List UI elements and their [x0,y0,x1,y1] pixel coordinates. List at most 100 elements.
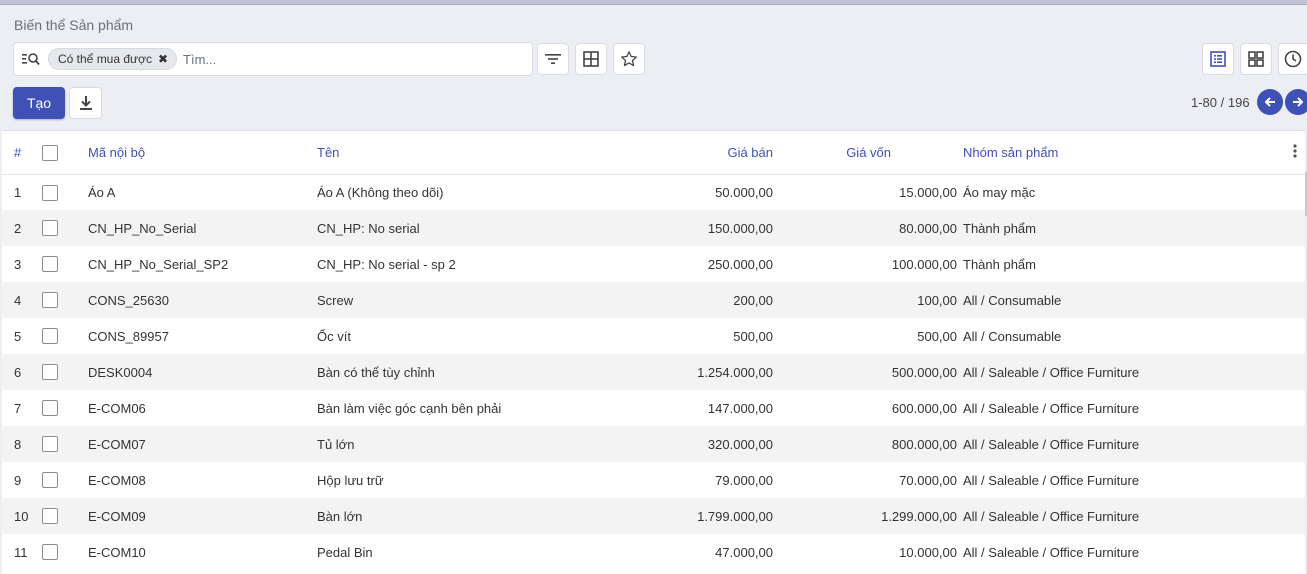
row-number: 11 [14,544,28,560]
row-checkbox[interactable] [42,256,58,273]
row-spacer [1285,354,1305,390]
row-cost: 800.000,00 [773,426,963,462]
row-sale-price: 200,00 [657,282,773,318]
search-facet-label: Có thể mua được [58,52,152,66]
table-row[interactable]: 1 Áo A Áo A (Không theo dõi) 50.000,00 1… [2,174,1305,210]
row-name: Bàn làm việc góc cạnh bên phải [317,400,502,416]
row-spacer [1285,210,1305,246]
row-code: E-COM06 [88,400,146,416]
row-category: Thành phẩm [963,210,1285,246]
row-select-cell [42,210,88,246]
row-spacer [1285,462,1305,498]
create-button[interactable]: Tạo [13,87,65,119]
arrow-left-icon [1264,97,1275,107]
row-checkbox[interactable] [42,544,58,561]
row-cost: 1.299.000,00 [773,498,963,534]
search-options-icon[interactable] [14,43,48,75]
row-number: 9 [14,472,22,488]
row-cost: 500,00 [917,328,957,344]
table-row[interactable]: 9 E-COM08 Hộp lưu trữ 79.000,00 70.000,0… [2,462,1305,498]
favorites-button[interactable] [613,43,645,75]
row-number: 6 [2,354,42,390]
row-number: 7 [14,400,22,416]
row-category: Áo may mặc [963,184,1036,200]
filter-button[interactable] [537,43,569,75]
column-header-category[interactable]: Nhóm sản phẩm [963,131,1285,175]
table-row[interactable]: 4 CONS_25630 Screw 200,00 100,00 All / C… [2,282,1305,318]
column-header-number: # [2,131,42,175]
row-checkbox[interactable] [42,292,58,309]
column-header-name[interactable]: Tên [317,131,657,175]
table-row[interactable]: 2 CN_HP_No_Serial CN_HP: No serial 150.0… [2,210,1305,246]
row-code: CONS_89957 [88,328,169,344]
row-checkbox[interactable] [42,472,58,489]
row-checkbox[interactable] [42,364,58,381]
select-all-checkbox[interactable] [42,144,58,161]
row-checkbox[interactable] [42,328,58,345]
row-sale-price: 1.799.000,00 [657,498,773,534]
row-cost: 100.000,00 [891,256,957,272]
row-spacer [1285,426,1305,462]
row-category: All / Saleable / Office Furniture [963,472,1140,488]
star-icon [621,51,637,67]
row-number: 8 [2,426,42,462]
row-category: All / Saleable / Office Furniture [963,426,1285,462]
pager-value[interactable]: 1-80 / 196 [1191,95,1250,110]
list-view-button[interactable] [1202,43,1234,75]
table-row[interactable]: 11 E-COM10 Pedal Bin 47.000,00 10.000,00… [2,534,1305,570]
row-name: Tủ lớn [317,426,657,462]
group-by-button[interactable] [575,43,607,75]
table-row[interactable]: 3 CN_HP_No_Serial_SP2 CN_HP: No serial -… [2,246,1305,282]
column-header-code[interactable]: Mã nội bộ [88,131,317,175]
table-row[interactable]: 6 DESK0004 Bàn có thể tùy chỉnh 1.254.00… [2,354,1305,390]
row-spacer [1285,174,1305,210]
row-checkbox[interactable] [42,508,58,525]
row-code: E-COM08 [88,472,146,488]
search-input[interactable] [183,51,514,67]
download-button[interactable] [69,87,102,119]
row-category: All / Saleable / Office Furniture [963,498,1285,534]
column-header-sale-price[interactable]: Giá bán [657,131,773,175]
row-spacer [1285,282,1305,318]
row-spacer [1285,246,1305,282]
list-view-icon [1210,51,1226,67]
row-sale-price: 50.000,00 [715,184,773,200]
row-sale-price: 79.000,00 [715,472,773,488]
column-header-cost[interactable]: Giá vốn [773,131,963,175]
row-select-cell [42,282,88,318]
row-sale-price: 147.000,00 [707,400,773,416]
previous-page-button[interactable] [1257,89,1283,115]
row-cost: 10.000,00 [899,544,957,560]
row-cost: 15.000,00 [899,184,957,200]
row-number: 5 [14,328,22,344]
row-name: CN_HP: No serial [317,210,657,246]
row-checkbox[interactable] [42,436,58,453]
row-number: 1 [14,184,22,200]
top-bar [0,0,1307,5]
search-bar[interactable]: Có thể mua được ✖ [13,42,533,76]
row-sale-price: 320.000,00 [657,426,773,462]
arrow-right-icon [1293,97,1304,107]
table-row[interactable]: 5 CONS_89957 Ốc vít 500,00 500,00 All / … [2,318,1305,354]
facet-remove-icon[interactable]: ✖ [158,52,168,66]
row-select-cell [42,534,88,570]
row-category: All / Consumable [963,282,1285,318]
activity-view-button[interactable] [1278,43,1307,75]
row-code: E-COM07 [88,426,317,462]
table-row[interactable]: 10 E-COM09 Bàn lớn 1.799.000,00 1.299.00… [2,498,1305,534]
group-by-icon [583,51,599,67]
kanban-view-button[interactable] [1240,43,1272,75]
row-select-cell [42,174,88,210]
row-checkbox[interactable] [42,184,58,201]
row-code: CN_HP_No_Serial [88,210,317,246]
row-checkbox[interactable] [42,400,58,417]
row-code: CONS_25630 [88,282,317,318]
next-page-button[interactable] [1285,89,1307,115]
row-select-cell [42,462,88,498]
row-cost: 600.000,00 [891,400,957,416]
table-row[interactable]: 8 E-COM07 Tủ lớn 320.000,00 800.000,00 A… [2,426,1305,462]
clock-icon [1284,50,1302,68]
table-row[interactable]: 7 E-COM06 Bàn làm việc góc cạnh bên phải… [2,390,1305,426]
row-checkbox[interactable] [42,220,58,237]
column-options-button[interactable] [1285,131,1305,175]
